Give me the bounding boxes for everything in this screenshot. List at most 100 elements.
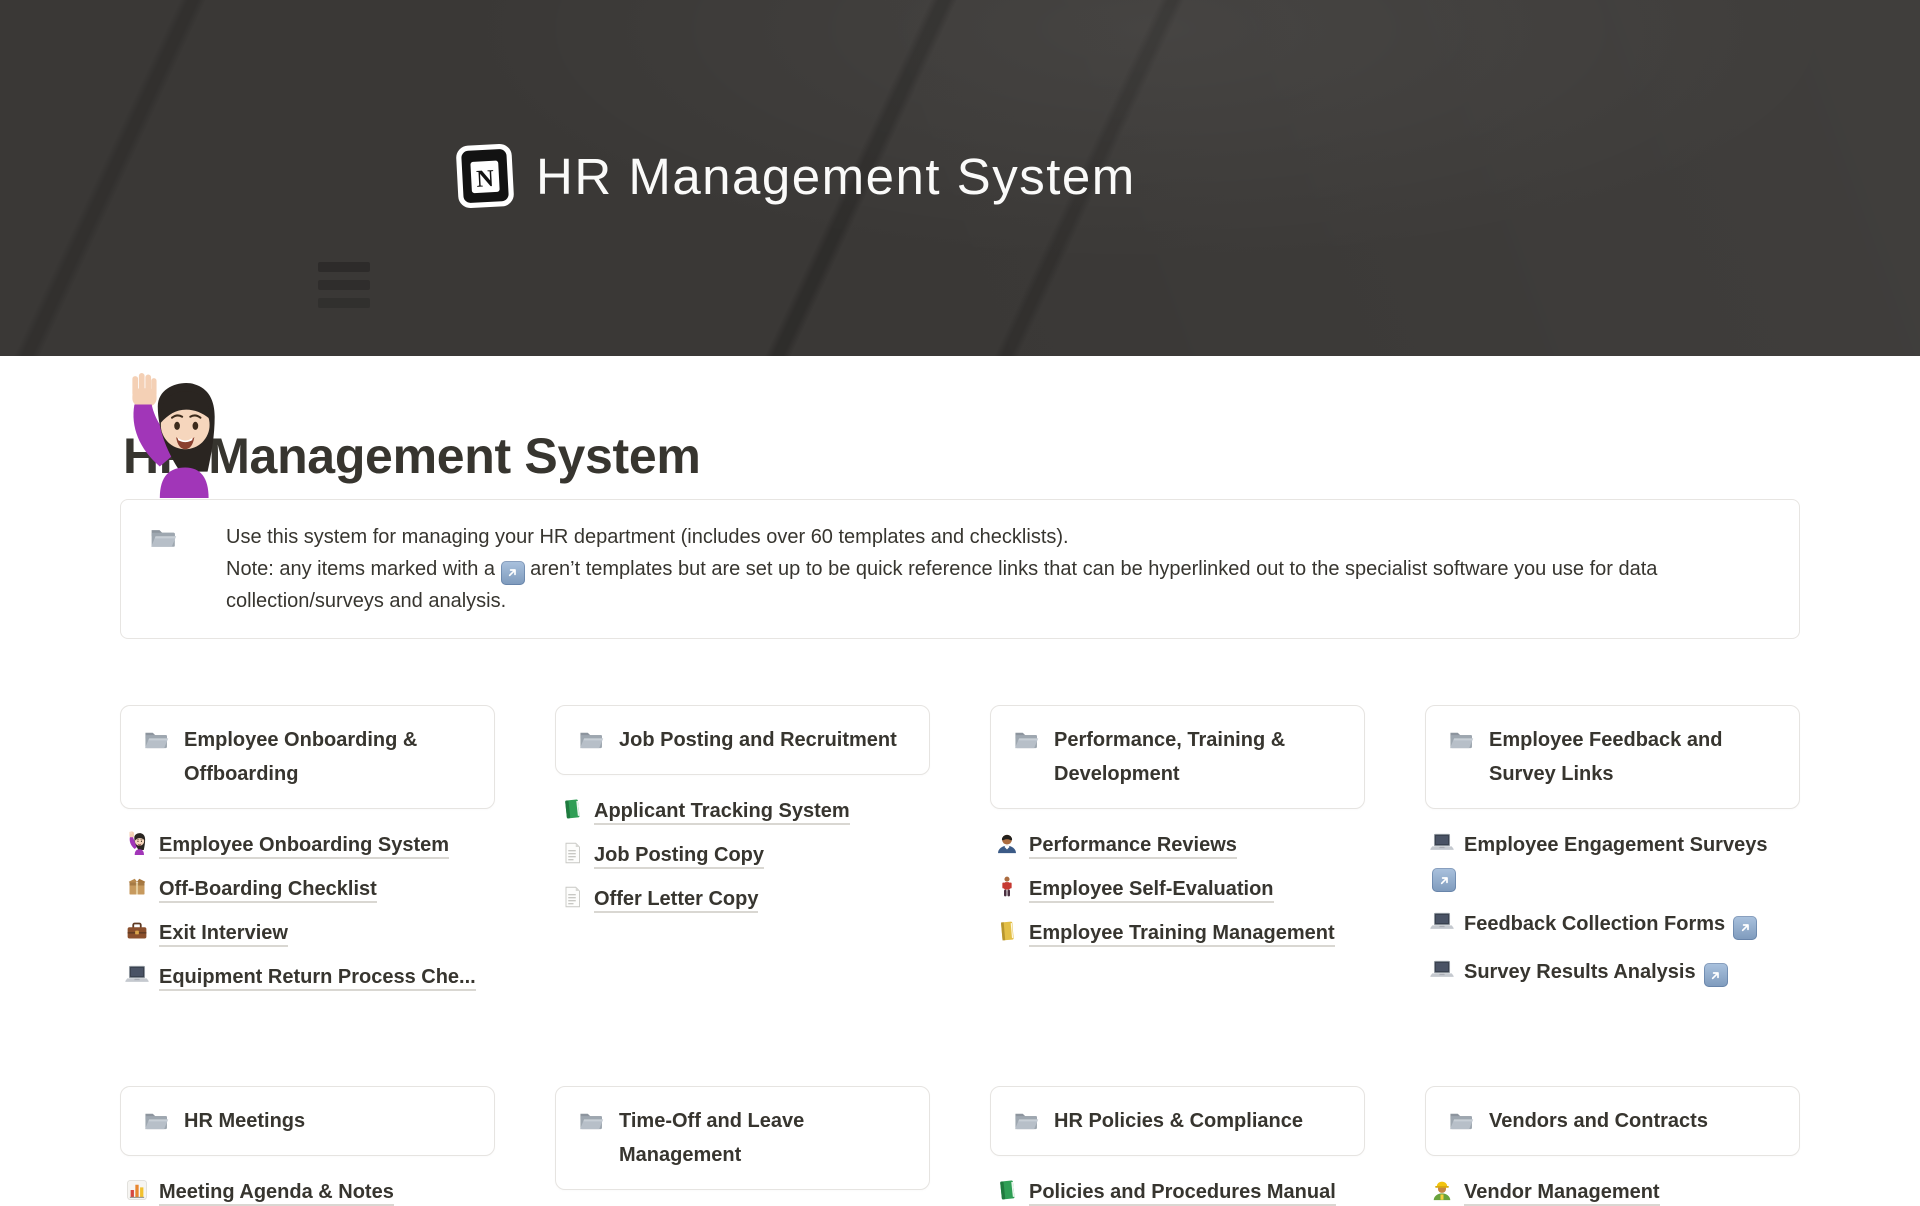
link-label: Employee Training Management	[1029, 922, 1335, 947]
link-label: Offer Letter Copy	[594, 888, 758, 913]
link-feedback-collection-forms[interactable]: Feedback Collection Forms	[1430, 910, 1800, 940]
folder-open-icon	[143, 1108, 169, 1134]
arrow-ne-icon	[1708, 968, 1723, 983]
section-job-posting-recruitment: Job Posting and Recruitment Applicant Tr…	[555, 705, 930, 911]
sections-row-1: Employee Onboarding & Offboarding Employ…	[120, 705, 1800, 1086]
folder-open-icon	[143, 727, 169, 753]
section-header-card: Performance, Training & Development	[990, 705, 1365, 809]
callout-text: Use this system for managing your HR dep…	[226, 521, 1771, 617]
cover-image: N HR Management System	[0, 0, 1920, 356]
section-header-card: Employee Onboarding & Offboarding	[120, 705, 495, 809]
section-title: Vendors and Contracts	[1489, 1104, 1708, 1138]
svg-text:N: N	[476, 165, 495, 193]
arrow-ne-icon	[1437, 873, 1452, 888]
section-title: Employee Feedback and Survey Links	[1489, 723, 1722, 791]
link-employee-training-management[interactable]: Employee Training Management	[995, 919, 1365, 945]
section-title: Job Posting and Recruitment	[619, 723, 897, 757]
section-onboarding-offboarding: Employee Onboarding & Offboarding Employ…	[120, 705, 495, 989]
link-employee-onboarding-system[interactable]: Employee Onboarding System	[125, 831, 495, 857]
callout-note-prefix: Note: any items marked with a	[226, 558, 501, 580]
section-title: Performance, Training & Development	[1054, 723, 1285, 791]
callout-intro: Use this system for managing your HR dep…	[226, 521, 1771, 553]
link-label: Exit Interview	[159, 922, 288, 947]
cover-title: HR Management System	[536, 151, 1136, 202]
cover-brand: N HR Management System	[452, 140, 1136, 212]
arrow-ne-icon	[1738, 920, 1753, 935]
section-title: HR Meetings	[184, 1104, 305, 1138]
laptop-icon	[1430, 958, 1454, 982]
link-label: Feedback Collection Forms	[1464, 913, 1725, 935]
person-standing-icon	[995, 875, 1019, 899]
section-links: Applicant Tracking System Job Posting Co…	[555, 797, 930, 911]
external-link-arrow-icon	[1432, 868, 1456, 892]
laptop-icon	[125, 963, 149, 987]
link-label: Survey Results Analysis	[1464, 961, 1696, 983]
link-vendor-management[interactable]: Vendor Management	[1430, 1178, 1800, 1204]
link-employee-engagement-surveys[interactable]: Employee Engagement Surveys	[1430, 831, 1800, 892]
link-job-posting-copy[interactable]: Job Posting Copy	[560, 841, 930, 867]
section-feedback-survey-links: Employee Feedback and Survey Links Emplo…	[1425, 705, 1800, 987]
folder-open-icon	[578, 727, 604, 753]
construction-worker-icon	[1430, 1178, 1454, 1202]
link-label: Meeting Agenda & Notes	[159, 1181, 394, 1206]
external-link-arrow-icon	[1704, 963, 1728, 987]
section-header-card: HR Policies & Compliance	[990, 1086, 1365, 1156]
section-header-card: Employee Feedback and Survey Links	[1425, 705, 1800, 809]
laptop-icon	[1430, 910, 1454, 934]
link-off-boarding-checklist[interactable]: Off-Boarding Checklist	[125, 875, 495, 901]
section-time-off-leave: Time-Off and Leave Management	[555, 1086, 930, 1190]
section-links: Vendor Management	[1425, 1178, 1800, 1204]
section-hr-policies-compliance: HR Policies & Compliance Policies and Pr…	[990, 1086, 1365, 1204]
link-label: Off-Boarding Checklist	[159, 878, 377, 903]
link-performance-reviews[interactable]: Performance Reviews	[995, 831, 1365, 857]
external-link-arrow-icon	[501, 561, 525, 585]
section-header-card: Time-Off and Leave Management	[555, 1086, 930, 1190]
folder-open-icon	[1013, 727, 1039, 753]
page-content: HR Management System Use this system for…	[0, 430, 1920, 1204]
link-applicant-tracking-system[interactable]: Applicant Tracking System	[560, 797, 930, 823]
link-label: Employee Self-Evaluation	[1029, 878, 1274, 903]
section-links: Performance Reviews Employee Self-Evalua…	[990, 831, 1365, 945]
link-meeting-agenda-notes[interactable]: Meeting Agenda & Notes	[125, 1178, 495, 1204]
link-label: Applicant Tracking System	[594, 800, 850, 825]
notion-logo-icon: N	[452, 140, 518, 212]
section-links: Employee Onboarding System Off-Boarding …	[120, 831, 495, 989]
link-label: Performance Reviews	[1029, 834, 1237, 859]
link-label: Employee Onboarding System	[159, 834, 449, 859]
folder-open-icon	[1448, 1108, 1474, 1134]
briefcase-icon	[125, 919, 149, 943]
folder-open-icon	[1448, 727, 1474, 753]
office-worker-icon	[995, 831, 1019, 855]
link-survey-results-analysis[interactable]: Survey Results Analysis	[1430, 958, 1800, 988]
link-offer-letter-copy[interactable]: Offer Letter Copy	[560, 885, 930, 911]
green-book-icon	[560, 797, 584, 821]
bar-chart-icon	[125, 1178, 149, 1202]
section-performance-training: Performance, Training & Development Perf…	[990, 705, 1365, 945]
folder-open-icon	[578, 1108, 604, 1134]
woman-raising-hand-icon	[125, 831, 149, 855]
section-title: Time-Off and Leave Management	[619, 1104, 804, 1172]
section-title: Employee Onboarding & Offboarding	[184, 723, 417, 791]
section-links: Employee Engagement Surveys Feedback Col…	[1425, 831, 1800, 987]
package-box-icon	[125, 875, 149, 899]
callout-note: Note: any items marked with a aren’t tem…	[226, 553, 1771, 617]
link-exit-interview[interactable]: Exit Interview	[125, 919, 495, 945]
ledger-book-icon	[995, 919, 1019, 943]
page-emoji-icon[interactable]	[122, 372, 222, 498]
section-header-card: Vendors and Contracts	[1425, 1086, 1800, 1156]
page-title: HR Management System	[123, 430, 1800, 482]
laptop-icon	[1430, 831, 1454, 855]
link-equipment-return-process[interactable]: Equipment Return Process Che...	[125, 963, 495, 989]
section-header-card: Job Posting and Recruitment	[555, 705, 930, 775]
link-policies-procedures-manual[interactable]: Policies and Procedures Manual	[995, 1178, 1365, 1204]
green-book-icon	[995, 1178, 1019, 1202]
page-document-icon	[560, 841, 584, 865]
section-hr-meetings: HR Meetings Meeting Agenda & Notes	[120, 1086, 495, 1204]
link-label: Policies and Procedures Manual	[1029, 1181, 1336, 1206]
section-title: HR Policies & Compliance	[1054, 1104, 1303, 1138]
link-employee-self-evaluation[interactable]: Employee Self-Evaluation	[995, 875, 1365, 901]
section-header-card: HR Meetings	[120, 1086, 495, 1156]
link-label: Equipment Return Process Che...	[159, 966, 476, 991]
info-callout: Use this system for managing your HR dep…	[120, 499, 1800, 639]
folder-open-icon	[1013, 1108, 1039, 1134]
